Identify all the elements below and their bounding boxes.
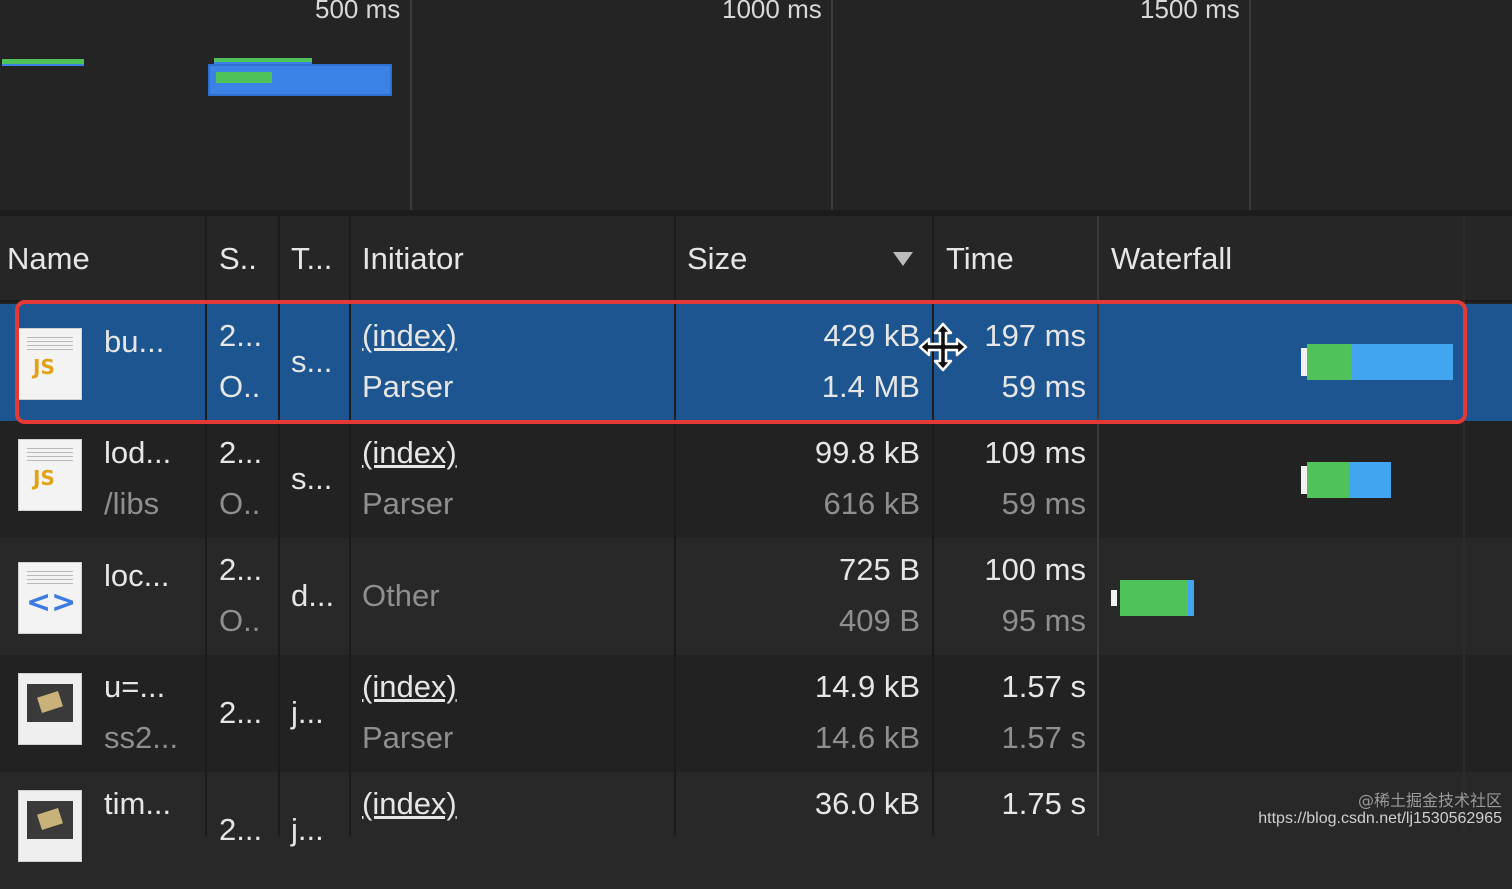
image-file-icon bbox=[18, 790, 82, 862]
transfer-size: 725 B bbox=[838, 552, 920, 587]
request-path: ss2... bbox=[104, 720, 179, 755]
request-path: /libs bbox=[104, 486, 160, 521]
status-code: 2... bbox=[219, 435, 263, 470]
watermark: @稀土掘金技术社区 https://blog.csdn.net/lj153056… bbox=[1258, 792, 1502, 828]
image-file-icon bbox=[18, 673, 82, 745]
column-header-initiator[interactable]: Initiator bbox=[362, 216, 464, 300]
column-header-name[interactable]: Name bbox=[7, 216, 90, 300]
overview-request-bar bbox=[2, 64, 84, 66]
gridline-500 bbox=[410, 0, 412, 210]
resource-size: 409 B bbox=[838, 603, 920, 638]
sort-descending-icon bbox=[893, 252, 913, 266]
move-cursor-icon bbox=[918, 322, 968, 372]
table-row[interactable]: u=... ss2... 2... j... (index) Parser 14… bbox=[0, 655, 1512, 772]
resource-size: 14.6 kB bbox=[814, 720, 920, 755]
initiator-type: Other bbox=[362, 578, 440, 613]
request-time: 1.75 s bbox=[1001, 786, 1086, 821]
request-name: tim... bbox=[104, 786, 172, 821]
request-name: loc... bbox=[104, 558, 170, 593]
status-code: 2... bbox=[219, 552, 263, 587]
request-time: 1.57 s bbox=[1001, 669, 1086, 704]
overview-request-bar bbox=[208, 64, 392, 96]
request-name: lod... bbox=[104, 435, 172, 470]
request-latency: 1.57 s bbox=[1001, 720, 1086, 755]
initiator-link[interactable]: (index) bbox=[362, 669, 457, 705]
tick-label-1500: 1500 ms bbox=[1140, 0, 1240, 24]
request-type: j... bbox=[291, 812, 324, 847]
tick-label-500: 500 ms bbox=[315, 0, 401, 24]
table-row[interactable]: <> loc... 2... O.. d... Other 725 B 409 … bbox=[0, 538, 1512, 655]
request-type: j... bbox=[291, 695, 324, 730]
watermark-site: @稀土掘金技术社区 bbox=[1357, 791, 1502, 810]
request-time: 100 ms bbox=[984, 552, 1086, 587]
transfer-size: 36.0 kB bbox=[814, 786, 920, 821]
gridline-1000 bbox=[831, 0, 833, 210]
table-row[interactable]: JS lod... /libs 2... O.. s... (index) Pa… bbox=[0, 421, 1512, 538]
initiator-link[interactable]: (index) bbox=[362, 786, 457, 822]
status-text: O.. bbox=[219, 603, 261, 638]
waterfall-bar bbox=[1111, 580, 1195, 616]
initiator-type: Parser bbox=[362, 720, 454, 755]
request-type: s... bbox=[291, 461, 333, 496]
watermark-url: https://blog.csdn.net/lj1530562965 bbox=[1258, 810, 1502, 827]
transfer-size: 14.9 kB bbox=[814, 669, 920, 704]
column-header-type[interactable]: T... bbox=[291, 216, 332, 300]
resource-size: 616 kB bbox=[823, 486, 920, 521]
initiator-type: Parser bbox=[362, 486, 454, 521]
js-file-icon: JS bbox=[18, 439, 82, 511]
column-header-size[interactable]: Size bbox=[687, 216, 747, 300]
gridline-1500 bbox=[1249, 0, 1251, 210]
request-time: 109 ms bbox=[984, 435, 1086, 470]
column-header-time[interactable]: Time bbox=[946, 216, 1014, 300]
column-header-status[interactable]: S.. bbox=[219, 216, 257, 300]
column-header-waterfall[interactable]: Waterfall bbox=[1111, 216, 1232, 300]
transfer-size: 99.8 kB bbox=[814, 435, 920, 470]
highlight-box bbox=[15, 300, 1467, 424]
status-code: 2... bbox=[219, 812, 263, 847]
table-row[interactable]: tim... 2... j... (index) 36.0 kB 1.75 s bbox=[0, 772, 1512, 889]
initiator-link[interactable]: (index) bbox=[362, 435, 457, 471]
tick-label-1000: 1000 ms bbox=[722, 0, 822, 24]
document-icon: <> bbox=[18, 562, 82, 634]
table-header: Name S.. T... Initiator Size Time Waterf… bbox=[0, 216, 1512, 302]
request-latency: 95 ms bbox=[1001, 603, 1086, 638]
request-type: d... bbox=[291, 578, 335, 613]
overview-timeline[interactable]: 500 ms 1000 ms 1500 ms bbox=[0, 0, 1512, 210]
request-latency: 59 ms bbox=[1001, 486, 1086, 521]
request-name: u=... bbox=[104, 669, 166, 704]
waterfall-bar bbox=[1301, 462, 1391, 498]
status-text: O.. bbox=[219, 486, 261, 521]
status-code: 2... bbox=[219, 695, 263, 730]
